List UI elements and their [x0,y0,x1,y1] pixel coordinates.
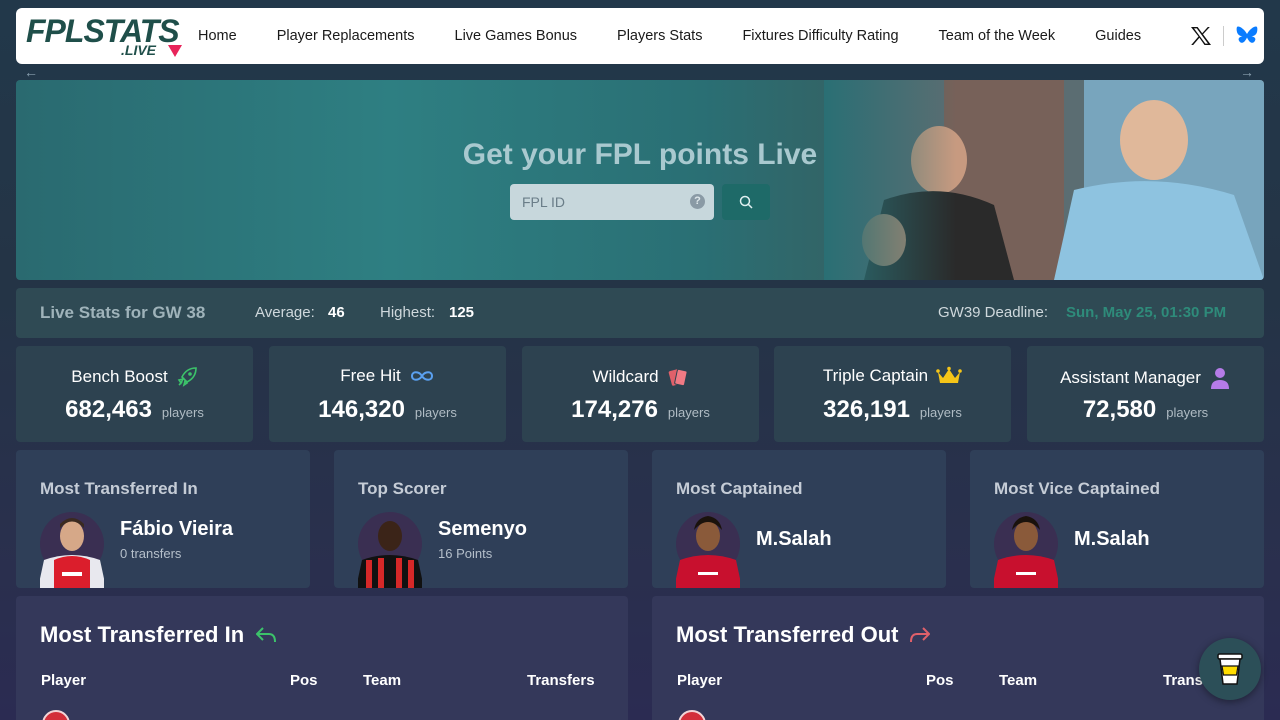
site-logo[interactable]: FPLSTATS .LIVE [26,15,186,59]
deadline-label: GW39 Deadline: [938,304,1049,321]
live-stats-bar: Live Stats for GW 38 Average: 46 Highest… [16,288,1264,338]
carousel-next-arrow-icon[interactable]: → [1240,64,1256,80]
col-header-team[interactable]: Team [999,672,1037,689]
nav-link-live-games-bonus[interactable]: Live Games Bonus [455,28,578,44]
transfer-in-icon [256,627,277,643]
highlight-player-name: Fábio Vieira [120,518,234,540]
chip-card-wildcard: Wildcard 174,276 players [522,346,759,442]
nav-divider [1223,26,1224,46]
deadline-value: Sun, May 25, 01:30 PM [1066,304,1227,321]
nav-link-home[interactable]: Home [198,28,237,44]
x-icon[interactable] [1190,26,1212,46]
search-icon [739,195,753,209]
buy-me-coffee-button[interactable] [1199,638,1261,700]
team-badge-icon [42,710,70,720]
col-header-team[interactable]: Team [363,672,401,689]
chip-card-assistant-manager: Assistant Manager 72,580 players [1027,346,1264,442]
chip-title: Assistant Manager [1060,368,1201,387]
player-avatar [358,512,422,588]
rocket-icon [177,367,197,387]
hero-players-photo [824,80,1264,280]
live-stats-title: Live Stats for GW 38 [40,303,206,322]
logo-triangle-icon [168,45,182,57]
chip-count: 326,191 [823,396,910,423]
player-avatar [676,512,740,588]
nav-link-player-replacements[interactable]: Player Replacements [277,28,415,44]
chip-card-triple-captain: Triple Captain 326,191 players [774,346,1011,442]
help-icon[interactable]: ? [690,194,705,209]
average-label: Average: [255,304,315,321]
chip-title: Triple Captain [822,366,929,385]
person-icon [1210,368,1229,389]
top-navbar: FPLSTATS .LIVE Home Player Replacements … [16,8,1264,64]
team-badge-icon [678,710,706,720]
highlight-player-stat: 16 Points [438,546,493,561]
carousel-prev-arrow-icon[interactable]: ← [24,64,40,80]
highlight-player-stat: 0 transfers [120,546,182,561]
col-header-player[interactable]: Player [677,672,722,689]
highlight-top-scorer[interactable]: Top Scorer Semenyo 16 Points [334,450,628,588]
chip-card-bench-boost: Bench Boost 682,463 players [16,346,253,442]
infinity-icon [410,371,433,381]
chip-unit: players [161,405,204,420]
player-avatar [994,512,1058,588]
player-avatar [40,512,104,588]
bluesky-icon[interactable] [1236,26,1258,46]
chip-title: Wildcard [592,367,659,386]
crown-icon [936,366,962,383]
col-header-player[interactable]: Player [41,672,86,689]
chip-title: Free Hit [340,366,401,385]
highlight-title: Most Transferred In [40,479,198,498]
highest-value: 125 [449,304,475,321]
coffee-cup-icon [1217,653,1243,685]
highlight-most-captained[interactable]: Most Captained M.Salah [652,450,946,588]
highlight-player-name: M.Salah [756,528,832,550]
col-header-pos[interactable]: Pos [290,672,318,689]
cards-icon [668,368,688,387]
nav-links: Home Player Replacements Live Games Bonu… [198,8,1181,64]
hero-banner: Get your FPL points Live ? [16,80,1264,280]
nav-link-guides[interactable]: Guides [1095,28,1141,44]
highlight-player-name: Semenyo [438,518,527,540]
nav-link-team-of-week[interactable]: Team of the Week [939,28,1056,44]
chip-card-free-hit: Free Hit 146,320 players [269,346,506,442]
search-button[interactable] [722,184,770,220]
col-header-transfers[interactable]: Transfers [527,672,595,689]
fpl-id-input[interactable] [510,184,714,220]
panel-title: Most Transferred Out [676,622,899,647]
logo-suffix: .LIVE [121,42,157,58]
chip-unit: players [1166,405,1209,420]
chip-unit: players [667,405,710,420]
col-header-pos[interactable]: Pos [926,672,954,689]
chip-title: Bench Boost [71,367,168,386]
nav-link-players-stats[interactable]: Players Stats [617,28,702,44]
panel-most-transferred-out: Most Transferred Out Player Pos Team Tra… [652,596,1264,720]
chip-unit: players [919,405,962,420]
panel-title: Most Transferred In [40,622,245,647]
highlight-player-name: M.Salah [1074,528,1150,550]
chip-count: 174,276 [571,396,658,423]
average-value: 46 [328,304,345,321]
chip-count: 682,463 [65,396,152,423]
hero-title: Get your FPL points Live [462,138,818,171]
nav-link-fixtures-difficulty[interactable]: Fixtures Difficulty Rating [742,28,898,44]
highlight-title: Most Captained [676,479,803,498]
highlight-most-transferred-in[interactable]: Most Transferred In Fábio Vieira 0 trans… [16,450,310,588]
highlight-title: Top Scorer [358,479,447,498]
chip-count: 146,320 [318,396,405,423]
highest-label: Highest: [380,304,436,321]
highlight-title: Most Vice Captained [994,479,1160,498]
chip-count: 72,580 [1082,396,1157,423]
chip-unit: players [414,405,457,420]
panel-most-transferred-in: Most Transferred In Player Pos Team Tran… [16,596,628,720]
highlight-most-vice-captained[interactable]: Most Vice Captained M.Salah [970,450,1264,588]
transfer-out-icon [910,627,931,643]
